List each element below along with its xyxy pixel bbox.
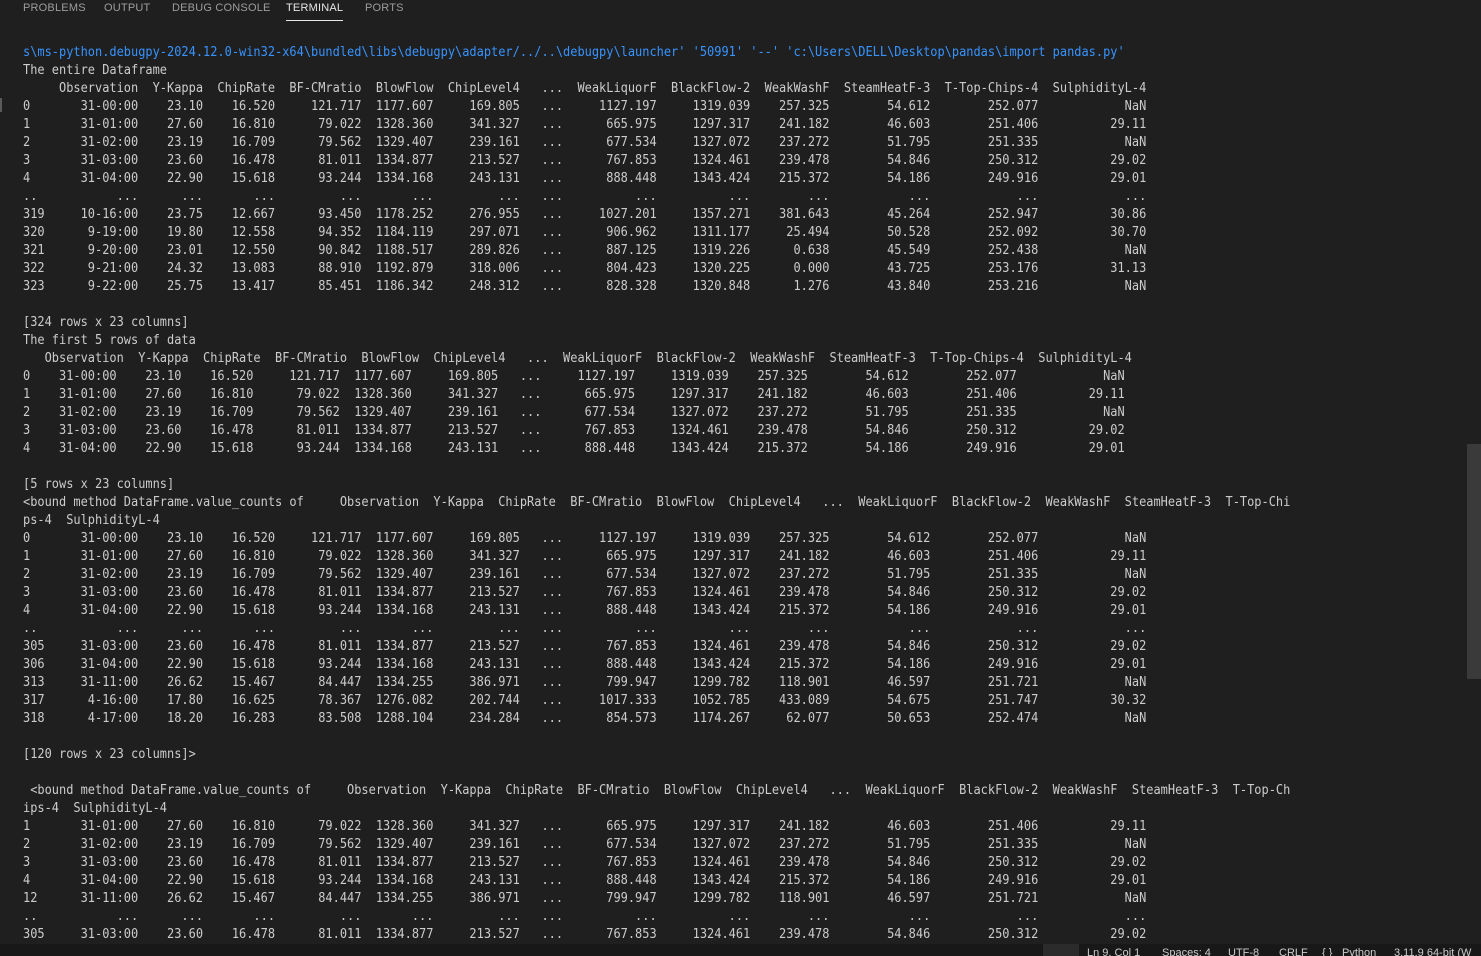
- panel-tab-bar: PROBLEMS OUTPUT DEBUG CONSOLE TERMINAL P…: [0, 0, 1481, 22]
- terminal-line: 322 9-21:00 24.32 13.083 88.910 1192.879…: [23, 261, 1147, 276]
- terminal-line: 317 4-16:00 17.80 16.625 78.367 1276.082…: [23, 693, 1147, 708]
- terminal-line: 2 31-02:00 23.19 16.709 79.562 1329.407 …: [23, 135, 1147, 150]
- terminal-line: 2 31-02:00 23.19 16.709 79.562 1329.407 …: [23, 837, 1147, 852]
- terminal-line: The first 5 rows of data: [23, 333, 196, 348]
- terminal-line: Observation Y-Kappa ChipRate BF-CMratio …: [23, 81, 1147, 96]
- status-interpreter[interactable]: 3.11.9 64-bit (W: [1394, 947, 1471, 956]
- terminal-line: 313 31-11:00 26.62 15.467 84.447 1334.25…: [23, 675, 1147, 690]
- status-language[interactable]: Python: [1342, 947, 1376, 956]
- terminal-line: 4 31-04:00 22.90 15.618 93.244 1334.168 …: [23, 441, 1125, 456]
- terminal-line: 319 10-16:00 23.75 12.667 93.450 1178.25…: [23, 207, 1147, 222]
- terminal-line: 2 31-02:00 23.19 16.709 79.562 1329.407 …: [23, 405, 1125, 420]
- status-bar: Ln 9, Col 1 Spaces: 4 UTF-8 CRLF { } Pyt…: [0, 944, 1481, 956]
- terminal-line: 3 31-03:00 23.60 16.478 81.011 1334.877 …: [23, 423, 1125, 438]
- terminal-output[interactable]: s\ms-python.debugpy-2024.12.0-win32-x64\…: [23, 44, 1463, 944]
- terminal-line: <bound method DataFrame.value_counts of …: [23, 495, 1291, 510]
- terminal-line: 305 31-03:00 23.60 16.478 81.011 1334.87…: [23, 639, 1147, 654]
- terminal-line: 1 31-01:00 27.60 16.810 79.022 1328.360 …: [23, 387, 1125, 402]
- terminal-line: 1 31-01:00 27.60 16.810 79.022 1328.360 …: [23, 117, 1147, 132]
- terminal-line: [120 rows x 23 columns]>: [23, 747, 196, 762]
- tab-terminal[interactable]: TERMINAL: [286, 2, 344, 21]
- terminal-line: 318 4-17:00 18.20 16.283 83.508 1288.104…: [23, 711, 1147, 726]
- terminal-line: 321 9-20:00 23.01 12.550 90.842 1188.517…: [23, 243, 1147, 258]
- terminal-line: [324 rows x 23 columns]: [23, 315, 189, 330]
- terminal-line: ips-4 SulphidityL-4: [23, 801, 168, 816]
- terminal-line: 12 31-11:00 26.62 15.467 84.447 1334.255…: [23, 891, 1147, 906]
- terminal-line: 306 31-04:00 22.90 15.618 93.244 1334.16…: [23, 657, 1147, 672]
- terminal-line: 3 31-03:00 23.60 16.478 81.011 1334.877 …: [23, 585, 1147, 600]
- terminal-line: Observation Y-Kappa ChipRate BF-CMratio …: [23, 351, 1132, 366]
- terminal-line: 0 31-00:00 23.10 16.520 121.717 1177.607…: [23, 369, 1125, 384]
- terminal-line: 3 31-03:00 23.60 16.478 81.011 1334.877 …: [23, 153, 1147, 168]
- terminal-line: 1 31-01:00 27.60 16.810 79.022 1328.360 …: [23, 549, 1147, 564]
- tab-debug-console[interactable]: DEBUG CONSOLE: [172, 2, 271, 20]
- terminal-line: .. ... ... ... ... ... ... ... ... ... .…: [23, 621, 1147, 636]
- tab-problems[interactable]: PROBLEMS: [23, 2, 86, 20]
- notifications-bell-icon[interactable]: [1043, 944, 1079, 956]
- tab-output[interactable]: OUTPUT: [104, 2, 150, 20]
- terminal-scrollbar[interactable]: [1467, 44, 1481, 944]
- status-eol[interactable]: CRLF: [1279, 947, 1308, 956]
- terminal-command-line: s\ms-python.debugpy-2024.12.0-win32-x64\…: [23, 45, 1125, 60]
- terminal-line: 0 31-00:00 23.10 16.520 121.717 1177.607…: [23, 99, 1147, 114]
- terminal-line: The entire Dataframe: [23, 63, 168, 78]
- terminal-line: 1 31-01:00 27.60 16.810 79.022 1328.360 …: [23, 819, 1147, 834]
- terminal-line: <bound method DataFrame.value_counts of …: [23, 783, 1291, 798]
- current-line-marker: [0, 98, 2, 112]
- terminal-line: 4 31-04:00 22.90 15.618 93.244 1334.168 …: [23, 873, 1147, 888]
- scrollbar-thumb[interactable]: [1467, 444, 1481, 679]
- terminal-line: 2 31-02:00 23.19 16.709 79.562 1329.407 …: [23, 567, 1147, 582]
- status-cursor-position[interactable]: Ln 9, Col 1: [1087, 947, 1140, 956]
- terminal-line: .. ... ... ... ... ... ... ... ... ... .…: [23, 189, 1147, 204]
- status-indentation[interactable]: Spaces: 4: [1162, 947, 1211, 956]
- terminal-line: .. ... ... ... ... ... ... ... ... ... .…: [23, 909, 1147, 924]
- terminal-line: 3 31-03:00 23.60 16.478 81.011 1334.877 …: [23, 855, 1147, 870]
- braces-icon: { }: [1322, 947, 1333, 956]
- terminal-line: 4 31-04:00 22.90 15.618 93.244 1334.168 …: [23, 171, 1147, 186]
- status-encoding[interactable]: UTF-8: [1228, 947, 1259, 956]
- terminal-line: ps-4 SulphidityL-4: [23, 513, 160, 528]
- terminal-line: 320 9-19:00 19.80 12.558 94.352 1184.119…: [23, 225, 1147, 240]
- tab-ports[interactable]: PORTS: [365, 2, 404, 20]
- terminal-line: 323 9-22:00 25.75 13.417 85.451 1186.342…: [23, 279, 1147, 294]
- terminal-line: [5 rows x 23 columns]: [23, 477, 175, 492]
- terminal-line: 4 31-04:00 22.90 15.618 93.244 1334.168 …: [23, 603, 1147, 618]
- terminal-line: 0 31-00:00 23.10 16.520 121.717 1177.607…: [23, 531, 1147, 546]
- terminal-line: 305 31-03:00 23.60 16.478 81.011 1334.87…: [23, 927, 1147, 942]
